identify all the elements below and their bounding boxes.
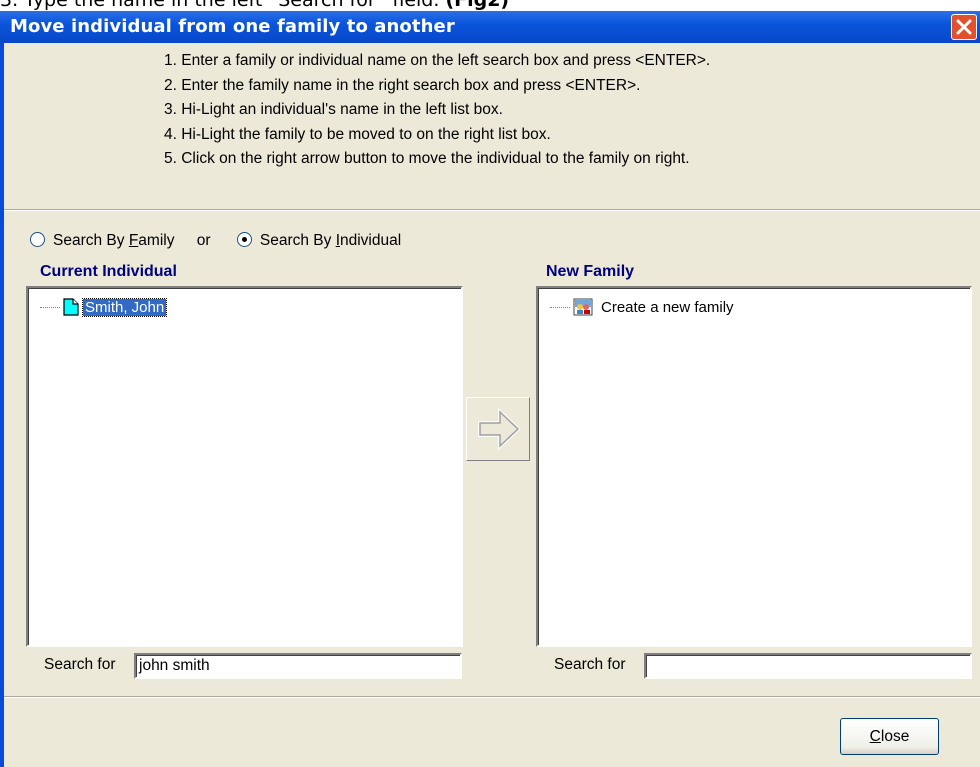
radio-circle-selected[interactable] [236,232,252,247]
move-right-button[interactable] [466,397,530,461]
family-icon [573,298,593,316]
or-label: or [196,232,211,249]
tree-item-family[interactable]: Create a new family [550,298,734,316]
instructions: 1. Enter a family or individual name on … [164,49,710,172]
new-family-tree[interactable]: Create a new family [536,286,972,647]
radio-circle[interactable] [30,232,45,247]
instruction-line: 1. Enter a family or individual name on … [164,52,711,69]
instruction-line: 3. Hi-Light an individual's name in the … [164,101,503,119]
current-individual-tree[interactable]: Smith, John [26,286,463,647]
left-search-label: Search for [44,656,116,673]
close-icon [956,19,972,35]
instruction-line: 4. Hi-Light the family to be moved to on… [164,125,551,143]
close-window-button[interactable] [951,14,977,40]
document-step-line: 3. Type the name in the left “Search for… [0,0,509,11]
instruction-line: 5. Click on the right arrow button to mo… [164,150,690,168]
close-button-label: Close [869,728,910,745]
divider [4,696,980,698]
family-name[interactable]: Create a new family [601,299,734,316]
individual-name[interactable]: Smith, John [81,297,168,317]
close-button[interactable]: Close [840,718,939,755]
right-search-label: Search for [554,656,626,673]
radio-individual-label[interactable]: Search By Individual [260,232,401,249]
divider [4,209,980,211]
left-search-input[interactable]: john smith [134,653,462,679]
dialog-title: Move individual from one family to anoth… [10,16,455,37]
radio-search-by-family[interactable]: Search By Family [30,232,179,249]
document-step-text: 3. Type the name in the left “Search for… [0,0,440,11]
tree-connector [550,306,570,308]
radio-family-label[interactable]: Search By Family [53,232,174,249]
current-individual-label: Current Individual [40,263,177,280]
tree-connector [40,306,60,308]
figure-reference: (Fig2) [445,0,510,11]
right-arrow-icon [478,407,521,451]
new-family-label: New Family [546,263,635,280]
dialog-client-area: 1. Enter a family or individual name on … [4,43,980,767]
document-icon [63,298,79,316]
tree-item-individual[interactable]: Smith, John [40,297,168,317]
radio-search-by-individual[interactable]: Search By Individual [236,232,401,249]
right-search-input[interactable] [644,653,972,679]
instruction-line: 2. Enter the family name in the right se… [164,76,641,94]
dialog-window: Move individual from one family to anoth… [0,11,980,767]
title-bar[interactable]: Move individual from one family to anoth… [0,11,980,43]
search-mode-group: Search By Family or Search By Individual [30,232,401,250]
